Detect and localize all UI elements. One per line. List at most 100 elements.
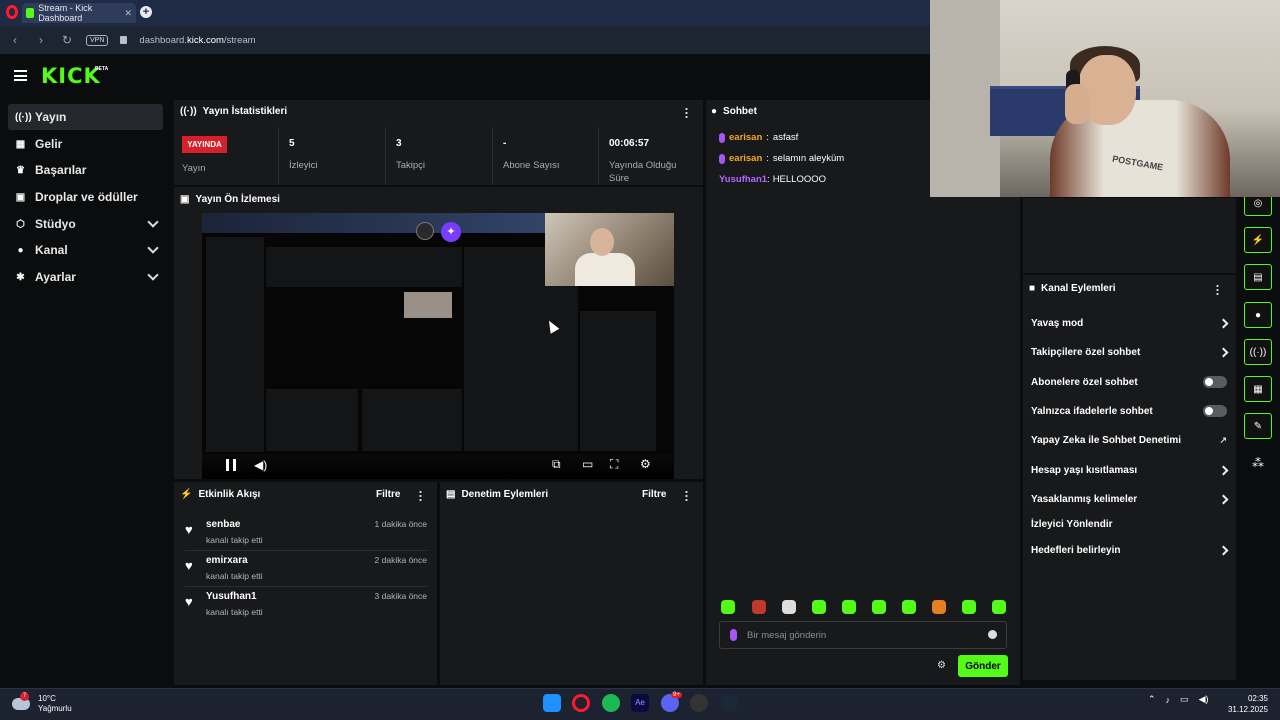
rail-wrench-button[interactable]: ✎ (1244, 413, 1272, 439)
send-button[interactable]: Gönder (958, 655, 1008, 677)
sidebar-item-label: Başarılar (35, 163, 87, 177)
chevron-down-icon[interactable] (147, 269, 159, 281)
reload-icon[interactable]: ↻ (60, 33, 74, 47)
chevron-up-icon[interactable]: ⌃ (1148, 694, 1156, 705)
opera-browser-icon[interactable] (6, 5, 18, 19)
lock-icon[interactable] (120, 36, 128, 44)
new-tab-button[interactable]: + (140, 6, 152, 18)
emote-icon[interactable] (812, 600, 826, 614)
rail-lightning-button[interactable]: ⚡ (1244, 227, 1272, 253)
rail-document-button[interactable]: ▤ (1244, 264, 1272, 290)
sidebar-item-droplar[interactable]: ▣ Droplar ve ödüller (8, 184, 163, 210)
emote-only-toggle[interactable] (1203, 405, 1227, 417)
emote-icon[interactable] (932, 600, 946, 614)
chat-username[interactable]: earisan (729, 153, 762, 164)
speaker-icon[interactable]: ◀) (1199, 694, 1209, 705)
emote-icon[interactable] (962, 600, 976, 614)
theater-mode-icon[interactable]: ▭ (582, 457, 593, 471)
chat-message: Yusufhan1: HELLOOOO (719, 174, 826, 185)
obs-icon[interactable] (690, 694, 708, 712)
moderation-filter-button[interactable]: Filtre (642, 489, 666, 500)
chevron-right-icon (1218, 318, 1229, 328)
url-field[interactable]: dashboard.kick.com/stream (139, 35, 255, 46)
emote-icon[interactable] (721, 600, 735, 614)
volume-icon[interactable]: ◀) (254, 458, 267, 472)
sidebar-item-yayin[interactable]: ((·)) Yayın (8, 104, 163, 130)
chat-message: earisan: asfasf (719, 132, 798, 143)
action-followers-only[interactable]: Takipçilere özel sohbet (1031, 342, 1229, 362)
action-subscribers-only[interactable]: Abonelere özel sohbet (1031, 372, 1227, 392)
stream-preview-video[interactable]: ✦ ◀) ⧉ ▭ ⛶ ⚙ (202, 213, 674, 479)
activity-user[interactable]: senbae (206, 519, 240, 530)
subscribers-only-toggle[interactable] (1203, 376, 1227, 388)
emoji-icon[interactable] (988, 630, 997, 639)
preview-title: ▣ Yayın Ön İzlemesi (180, 194, 280, 205)
browser-tab[interactable]: Stream - Kick Dashboard ✕ (22, 3, 136, 23)
action-emote-only[interactable]: Yalnızca ifadelerle sohbet (1031, 401, 1227, 421)
rail-chat-button[interactable]: ● (1244, 302, 1272, 328)
rail-broadcast-button[interactable]: ((·)) (1244, 339, 1272, 365)
preview-moderation (362, 389, 462, 451)
emote-icon[interactable] (842, 600, 856, 614)
sidebar-item-basarilar[interactable]: ♛ Başarılar (8, 157, 163, 183)
mic-tray-icon[interactable]: ♪ (1166, 695, 1171, 705)
spotify-icon[interactable] (602, 694, 620, 712)
activity-user[interactable]: emirxara (206, 555, 248, 566)
rail-share-icon[interactable]: ⁂ (1252, 456, 1264, 470)
lightning-icon: ⚡ (180, 489, 193, 500)
fullscreen-icon[interactable]: ⛶ (610, 457, 618, 472)
action-goals[interactable]: Hedefleri belirleyin (1031, 540, 1229, 560)
more-options-icon[interactable] (685, 107, 688, 118)
action-banned-words[interactable]: Yasaklanmış kelimeler (1031, 489, 1229, 509)
kick-logo[interactable]: KICK (41, 64, 101, 88)
chevron-down-icon[interactable] (147, 242, 159, 254)
chat-input-box[interactable] (719, 621, 1007, 649)
steam-icon[interactable] (720, 694, 738, 712)
settings-icon[interactable]: ⚙ (640, 457, 651, 471)
sidebar-item-ayarlar[interactable]: ✱ Ayarlar (8, 264, 163, 290)
chat-input[interactable] (747, 629, 967, 641)
menu-icon[interactable] (14, 70, 27, 81)
emote-icon[interactable] (752, 600, 766, 614)
more-options-icon[interactable] (1216, 284, 1219, 295)
popout-player-icon[interactable]: ⧉ (552, 457, 561, 472)
emote-icon[interactable] (902, 600, 916, 614)
opera-taskbar-icon[interactable] (572, 694, 590, 712)
after-effects-icon[interactable]: Ae (631, 694, 649, 712)
forward-icon[interactable]: › (34, 33, 48, 47)
stat-viewers: 5 İzleyici (279, 127, 386, 185)
action-ai-moderation[interactable]: Yapay Zeka ile Sohbet Denetimi ↗ (1031, 430, 1227, 450)
sidebar-item-kanal[interactable]: ● Kanal (8, 237, 163, 263)
activity-filter-button[interactable]: Filtre (376, 489, 400, 500)
chat-username[interactable]: earisan (729, 132, 762, 143)
emote-icon[interactable] (992, 600, 1006, 614)
chat-username[interactable]: Yusufhan1 (719, 174, 767, 185)
sparkle-icon[interactable]: ✦ (441, 222, 461, 242)
stat-value: 5 (289, 138, 295, 149)
broadcast-icon: ((·)) (180, 106, 197, 117)
sidebar-item-gelir[interactable]: ▦ Gelir (8, 131, 163, 157)
activity-user[interactable]: Yusufhan1 (206, 591, 257, 602)
camera-icon: ▣ (180, 194, 190, 205)
action-account-age[interactable]: Hesap yaşı kısıtlaması (1031, 460, 1229, 480)
display-icon[interactable]: ▭ (1180, 694, 1189, 705)
back-icon[interactable]: ‹ (8, 33, 22, 47)
vpn-badge[interactable]: VPN (86, 34, 109, 46)
pause-icon[interactable] (226, 459, 236, 471)
chat-settings-icon[interactable]: ⚙ (937, 660, 946, 671)
action-raid[interactable]: İzleyici Yönlendir (1031, 514, 1227, 534)
sidebar-item-studyo[interactable]: ⬡ Stüdyo (8, 211, 163, 237)
more-options-icon[interactable] (419, 490, 422, 501)
rail-layout-button[interactable]: ▦ (1244, 376, 1272, 402)
more-options-icon[interactable] (685, 490, 688, 501)
action-slow-mode[interactable]: Yavaş mod (1031, 313, 1229, 333)
close-tab-icon[interactable]: ✕ (124, 8, 132, 19)
taskbar-clock[interactable]: 02:35 31.12.2025 (1222, 693, 1268, 715)
emote-icon[interactable] (872, 600, 886, 614)
emote-icon[interactable] (782, 600, 796, 614)
popout-icon[interactable] (416, 222, 434, 240)
start-menu-icon[interactable] (543, 694, 561, 712)
quick-actions-panel (1023, 198, 1236, 273)
sidebar-item-label: Yayın (35, 110, 67, 124)
chevron-down-icon[interactable] (147, 216, 159, 228)
